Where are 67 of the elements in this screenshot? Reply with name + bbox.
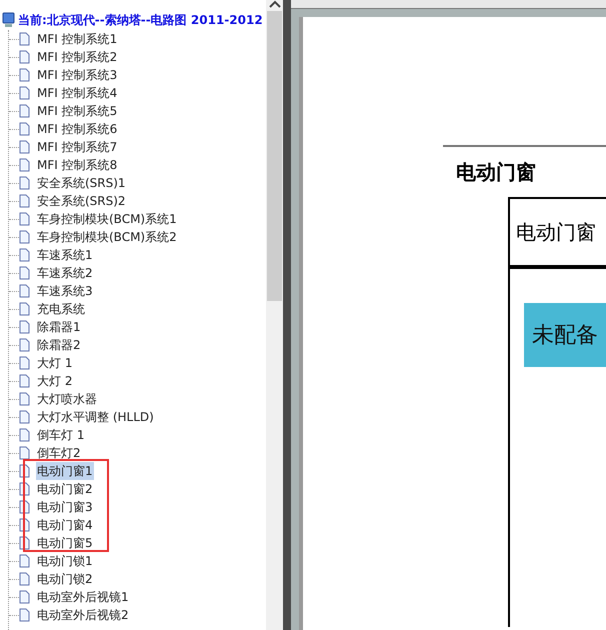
tree-item[interactable]: 电动室外后视镜2: [36, 606, 130, 624]
document-icon: [19, 446, 30, 460]
tree-item[interactable]: 电动门窗4: [36, 516, 94, 534]
document-icon: [19, 32, 30, 46]
tree-item[interactable]: 电动门窗5: [36, 534, 94, 552]
document-icon: [19, 248, 30, 262]
tree-item[interactable]: 大灯 2: [36, 372, 74, 390]
document-icon: [19, 554, 30, 568]
document-icon: [19, 410, 30, 424]
tree-item[interactable]: MFI 控制系统7: [36, 138, 118, 156]
tree-item[interactable]: 电动门锁2: [36, 570, 94, 588]
tree-item[interactable]: MFI 控制系统3: [36, 66, 118, 84]
document-icon: [19, 212, 30, 226]
document-icon: [19, 230, 30, 244]
document-icon: [19, 338, 30, 352]
document-icon: [19, 122, 30, 136]
tree-item[interactable]: 电动门窗1: [36, 462, 94, 480]
tree-item[interactable]: 除霜器2: [36, 336, 82, 354]
page-heading: 电动门窗: [456, 159, 536, 186]
document-icon: [19, 572, 30, 586]
tree-item[interactable]: MFI 控制系统4: [36, 84, 118, 102]
document-icon: [19, 392, 30, 406]
computer-icon: [2, 12, 15, 28]
status-label: 未配备: [524, 303, 606, 367]
tree-item[interactable]: MFI 控制系统6: [36, 120, 118, 138]
table-header: 电动门窗: [516, 219, 596, 246]
tree-item[interactable]: 电动门窗2: [36, 480, 94, 498]
document-icon: [19, 302, 30, 316]
tree-item[interactable]: 车速系统1: [36, 246, 94, 264]
tree-item[interactable]: 安全系统(SRS)1: [36, 174, 127, 192]
tree-root-title[interactable]: 当前:北京现代--索纳塔--电路图 2011-2012: [18, 11, 263, 29]
document-icon: [19, 608, 30, 622]
tree-item[interactable]: 车身控制模块(BCM)系统2: [36, 228, 178, 246]
document-icon: [19, 320, 30, 334]
tree-item[interactable]: 倒车灯2: [36, 444, 82, 462]
document-icon: [19, 176, 30, 190]
document-icon: [19, 374, 30, 388]
document-icon: [19, 356, 30, 370]
tree-item[interactable]: MFI 控制系统2: [36, 48, 118, 66]
tree-item[interactable]: 大灯水平调整 (HLLD): [36, 408, 155, 426]
document-icon: [19, 50, 30, 64]
tree-item[interactable]: 电动室外后视镜1: [36, 588, 130, 606]
document-icon: [19, 194, 30, 208]
tree-item[interactable]: MFI 控制系统5: [36, 102, 118, 120]
tree-item[interactable]: MFI 控制系统8: [36, 156, 118, 174]
tree-item[interactable]: 倒车灯 1: [36, 426, 86, 444]
document-icon: [19, 428, 30, 442]
tree-item[interactable]: 电动门锁1: [36, 552, 94, 570]
tree-item[interactable]: 大灯 1: [36, 354, 74, 372]
document-icon: [19, 266, 30, 280]
document-icon: [19, 86, 30, 100]
scrollbar-thumb[interactable]: [267, 11, 282, 301]
document-icon: [19, 104, 30, 118]
tree-item[interactable]: 车身控制模块(BCM)系统1: [36, 210, 178, 228]
document-icon: [19, 590, 30, 604]
tree-item[interactable]: 电动门窗3: [36, 498, 94, 516]
tree-item[interactable]: 充电系统: [36, 300, 86, 318]
document-icon: [19, 284, 30, 298]
tree-item[interactable]: 车速系统2: [36, 264, 94, 282]
document-icon: [19, 158, 30, 172]
tree-item[interactable]: 安全系统(SRS)2: [36, 192, 127, 210]
tree-item[interactable]: 车速系统3: [36, 282, 94, 300]
document-icon: [19, 140, 30, 154]
document-icon: [19, 68, 30, 82]
tree-item[interactable]: MFI 控制系统1: [36, 30, 118, 48]
tree-item[interactable]: 大灯喷水器: [36, 390, 98, 408]
tree-item[interactable]: 除霜器1: [36, 318, 82, 336]
